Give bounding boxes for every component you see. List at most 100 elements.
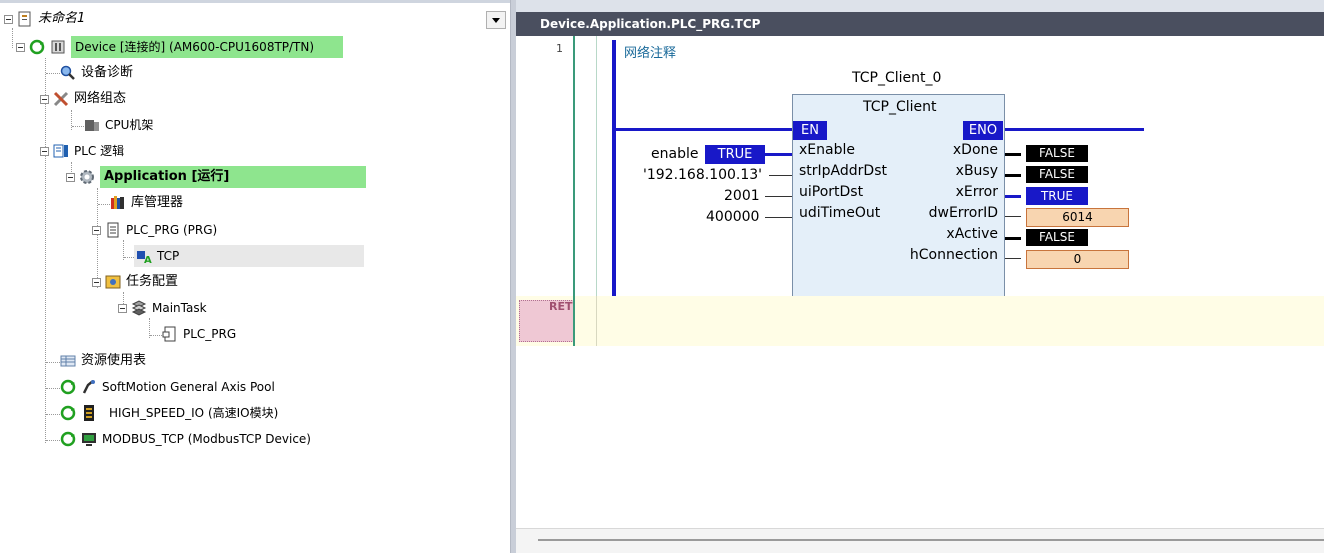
- tree-item-tcp[interactable]: A TCP: [134, 245, 364, 267]
- timeout-value[interactable]: 400000: [706, 209, 759, 225]
- device-label: Device [连接的] (AM600-CPU1608TP/TN): [71, 36, 343, 58]
- connected-icon: [60, 379, 76, 395]
- tree-item-modbus-tcp[interactable]: MODBUS_TCP (ModbusTCP Device): [60, 428, 311, 450]
- editor-tab-strip[interactable]: [516, 0, 1324, 12]
- collapse-icon[interactable]: [118, 303, 127, 313]
- tree-item-high-speed-io[interactable]: HIGH_SPEED_IO (高速IO模块): [60, 402, 278, 424]
- diagnosis-label: 设备诊断: [81, 65, 134, 80]
- tree-item-task-config[interactable]: 任务配置: [92, 271, 178, 293]
- pin-stripaddrdst: strIpAddrDst: [799, 163, 887, 179]
- modbus-tcp-label: MODBUS_TCP (ModbusTCP Device): [102, 432, 311, 446]
- tree-root[interactable]: 未命名1: [4, 8, 85, 30]
- diagnosis-icon: [60, 65, 76, 81]
- tree-item-diagnosis[interactable]: 设备诊断: [60, 62, 133, 84]
- enable-wire: [765, 153, 792, 156]
- connected-icon: [29, 39, 45, 55]
- connected-icon: [60, 405, 76, 421]
- action-icon: A: [136, 248, 152, 264]
- scroll-track[interactable]: [538, 539, 1324, 541]
- tree-item-plc-prg-call[interactable]: PLC_PRG: [162, 323, 236, 345]
- port-value[interactable]: 2001: [724, 188, 760, 204]
- rung-number: 1: [556, 42, 563, 55]
- tree-item-softmotion[interactable]: SoftMotion General Axis Pool: [60, 376, 275, 398]
- pin-hconnection: hConnection: [909, 247, 998, 263]
- plc-logic-label: PLC 逻辑: [74, 144, 125, 158]
- collapse-icon[interactable]: [16, 42, 25, 52]
- tcp-client-block[interactable]: TCP_Client EN ENO xEnable strIpAddrDst u…: [792, 94, 1005, 298]
- collapse-icon[interactable]: [40, 94, 49, 104]
- library-icon: [110, 195, 126, 211]
- softmotion-label: SoftMotion General Axis Pool: [102, 380, 275, 394]
- tree-item-plc-prg[interactable]: PLC_PRG (PRG): [92, 219, 217, 241]
- pin-xenable: xEnable: [799, 142, 855, 158]
- collapse-icon[interactable]: [92, 277, 101, 287]
- task-icon: [131, 300, 147, 316]
- plc-logic-icon: [53, 143, 69, 159]
- project-name: 未命名1: [38, 11, 86, 26]
- device-icon: [50, 39, 66, 55]
- project-icon: [17, 11, 33, 27]
- tree-item-library-manager[interactable]: 库管理器: [110, 192, 183, 214]
- eno-pin: ENO: [963, 121, 1003, 140]
- plc-prg-call-label: PLC_PRG: [183, 327, 237, 341]
- dwerrorid-wire: [1005, 216, 1021, 217]
- pin-xbusy: xBusy: [955, 163, 998, 179]
- left-power-rail: [612, 40, 616, 296]
- en-pin: EN: [793, 121, 827, 140]
- pin-xerror: xError: [955, 184, 998, 200]
- resource-table-label: 资源使用表: [81, 353, 147, 368]
- program-icon: [105, 222, 121, 238]
- xbusy-wire: [1005, 174, 1021, 177]
- horizontal-scrollbar[interactable]: [516, 528, 1324, 553]
- fb-instance-name[interactable]: TCP_Client_0: [852, 70, 941, 86]
- return-label: RET: [549, 300, 573, 313]
- network-config-label: 网络组态: [74, 91, 127, 106]
- collapse-icon[interactable]: [4, 14, 13, 24]
- collapse-icon[interactable]: [40, 146, 49, 156]
- device-tree-pane: 未命名1 Device [连接的] (AM600-CPU1608TP/TN) 设…: [0, 0, 510, 553]
- hconnection-wire: [1005, 258, 1021, 259]
- editor-title: Device.Application.PLC_PRG.TCP: [516, 12, 1324, 36]
- fb-type-name: TCP_Client: [863, 99, 937, 115]
- pin-uiportdst: uiPortDst: [799, 184, 864, 200]
- library-manager-label: 库管理器: [131, 195, 184, 210]
- collapse-icon[interactable]: [92, 225, 101, 235]
- dwerrorid-value: 6014: [1026, 208, 1129, 227]
- return-rung[interactable]: RET: [516, 296, 1324, 346]
- tree-dropdown-button[interactable]: [486, 11, 506, 29]
- ret-margin-line: [573, 296, 575, 346]
- tcp-label: TCP: [157, 249, 180, 263]
- xdone-value: FALSE: [1026, 145, 1088, 162]
- enable-variable[interactable]: enable: [651, 146, 698, 162]
- tree-item-maintask[interactable]: MainTask: [118, 297, 207, 319]
- pane-top-border: [0, 0, 510, 3]
- xerror-wire: [1005, 195, 1021, 198]
- monitor-icon: [81, 431, 97, 447]
- tree-item-network-config[interactable]: 网络组态: [40, 88, 126, 110]
- application-label: Application [运行]: [100, 166, 366, 188]
- application-gear-icon: [79, 169, 95, 185]
- task-config-icon: [105, 274, 121, 290]
- ret-margin-line-2: [596, 296, 597, 346]
- rack-icon: [84, 117, 100, 133]
- xactive-wire: [1005, 237, 1021, 240]
- maintask-label: MainTask: [152, 301, 207, 315]
- tree-item-device[interactable]: Device [连接的] (AM600-CPU1608TP/TN): [16, 36, 343, 58]
- ip-address-value[interactable]: '192.168.100.13': [643, 167, 762, 183]
- table-icon: [60, 353, 76, 369]
- io-module-icon: [81, 405, 97, 421]
- task-config-label: 任务配置: [126, 274, 179, 289]
- collapse-icon[interactable]: [66, 172, 75, 182]
- network-comment[interactable]: 网络注释: [624, 42, 676, 61]
- high-speed-io-label: HIGH_SPEED_IO (高速IO模块): [109, 406, 279, 420]
- ladder-canvas[interactable]: 1 网络注释 TCP_Client_0 TCP_Client EN ENO xE…: [516, 36, 1324, 553]
- tree-item-application[interactable]: Application [运行]: [66, 166, 366, 188]
- tree-item-resource-table[interactable]: 资源使用表: [60, 350, 146, 372]
- tree-item-cpu-rack[interactable]: CPU机架: [84, 114, 153, 136]
- connected-icon: [60, 431, 76, 447]
- tree-item-plc-logic[interactable]: PLC 逻辑: [40, 140, 124, 162]
- pin-xdone: xDone: [952, 142, 998, 158]
- rung-line-left: [616, 128, 792, 131]
- pin-xactive: xActive: [946, 226, 998, 242]
- program-call-icon: [162, 326, 178, 342]
